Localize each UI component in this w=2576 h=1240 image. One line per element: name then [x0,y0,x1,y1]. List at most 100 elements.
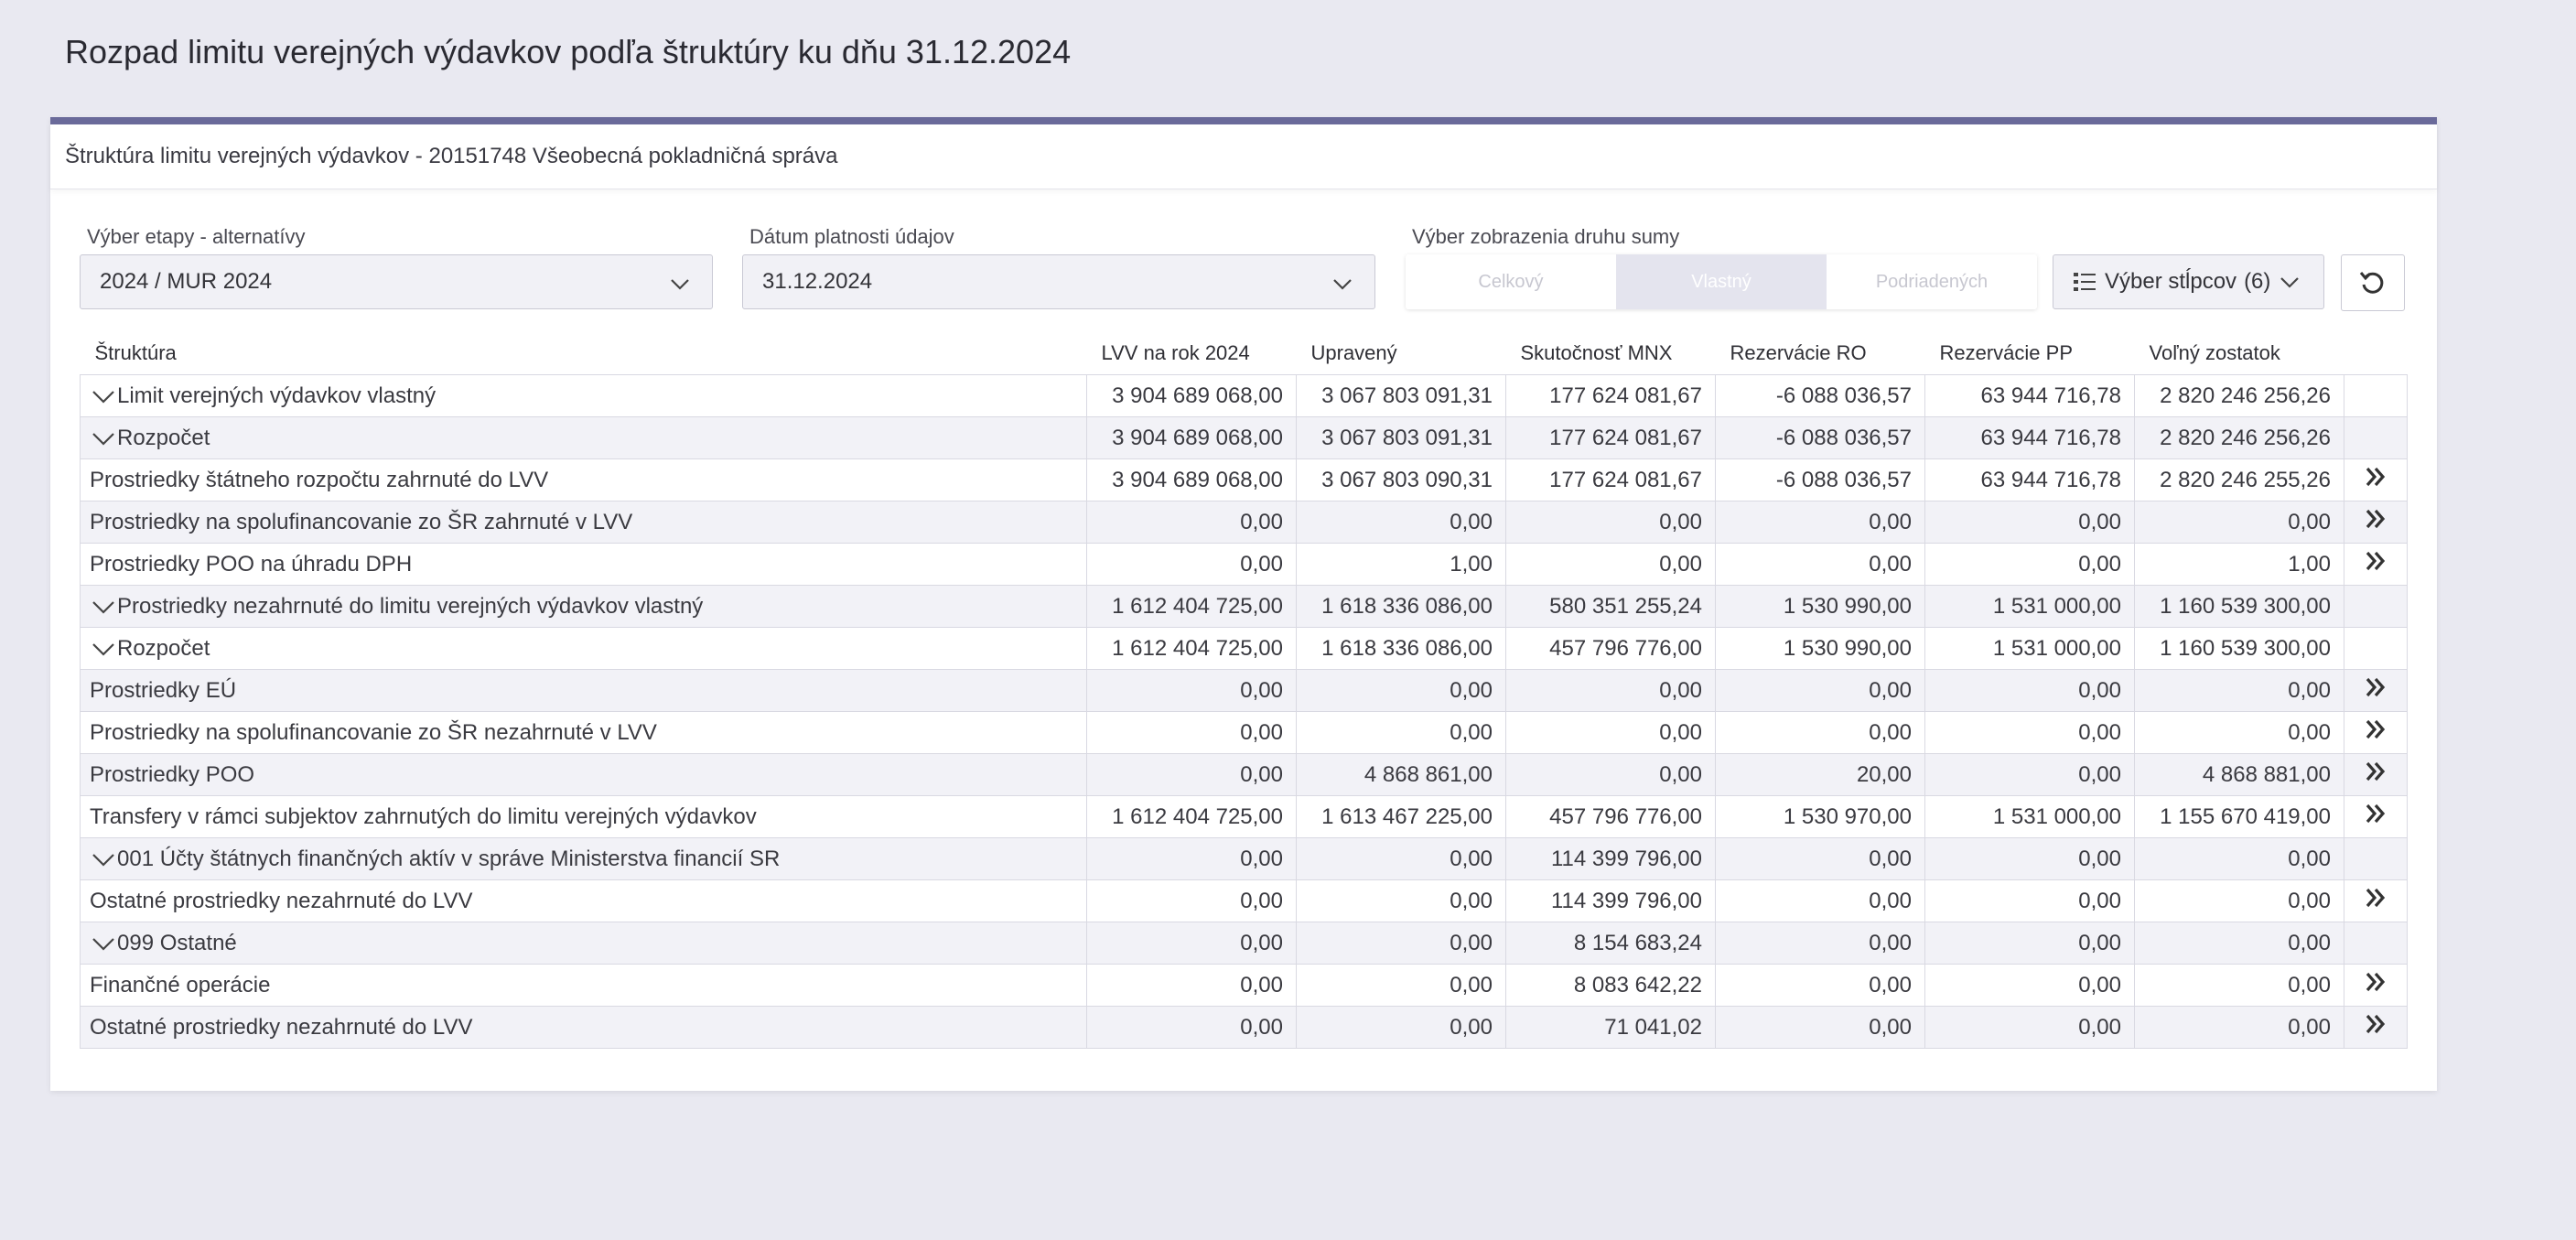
sum-option-total[interactable]: Celkový [1406,254,1616,309]
row-value-cell: 0,00 [1296,922,1506,965]
row-value-cell: 0,00 [2134,837,2344,880]
row-value-cell: 114 399 796,00 [1505,837,1716,880]
row-value-cell: 0,00 [1086,753,1297,796]
double-chevron-right-icon[interactable] [2364,550,2387,578]
row-structure-cell: Ostatné prostriedky nezahrnuté do LVV [80,879,1087,922]
row-value-cell: 0,00 [1715,543,1925,586]
table-row: 099 Ostatné 0,00 0,00 8 154 683,24 0,00 0,00 0… [80,922,2408,965]
row-value-cell: 0,00 [2134,879,2344,922]
table-row: Finančné operácie 0,00 0,00 8 083 642,22 0,0… [80,964,2408,1007]
row-value-cell: 0,00 [1715,1006,1925,1049]
date-select[interactable]: 31.12.2024 [742,254,1375,309]
collapse-chevron-icon[interactable] [90,429,117,447]
row-value-cell: 177 624 081,67 [1505,458,1716,501]
col-header-lvv[interactable]: LVV na rok 2024 [1087,332,1297,375]
row-value-cell: 0,00 [1296,964,1506,1007]
row-structure-cell: Rozpočet [80,416,1087,459]
table-row: Prostriedky EÚ 0,00 0,00 0,00 0,00 0,00 0,00 [80,669,2408,712]
row-value-cell: 71 041,02 [1505,1006,1716,1049]
row-action-cell [2344,669,2408,712]
date-value: 31.12.2024 [762,269,873,294]
row-value-cell: 1 530 990,00 [1715,585,1925,628]
row-value-cell: 0,00 [1505,501,1716,544]
row-label: Ostatné prostriedky nezahrnuté do LVV [90,888,473,913]
table-row: Prostriedky na spolufinancovanie zo ŠR n… [80,711,2408,754]
row-value-cell: 3 067 803 091,31 [1296,374,1506,417]
row-action-cell [2344,543,2408,586]
row-action-cell [2344,879,2408,922]
row-value-cell: 3 904 689 068,00 [1086,416,1297,459]
table-row: Transfery v rámci subjektov zahrnutých d… [80,795,2408,838]
table-row: Prostriedky štátneho rozpočtu zahrnuté d… [80,458,2408,501]
row-label: 001 Účty štátnych finančných aktív v spr… [117,846,781,871]
row-value-cell: 1 155 670 419,00 [2134,795,2344,838]
row-value-cell: 1 160 539 300,00 [2134,585,2344,628]
row-value-cell: 0,00 [1715,669,1925,712]
row-value-cell: 114 399 796,00 [1505,879,1716,922]
col-header-reservations-pp[interactable]: Rezervácie PP [1925,332,2135,375]
double-chevron-right-icon[interactable] [2364,760,2387,789]
sum-option-subordinate[interactable]: Podriadených [1827,254,2037,309]
double-chevron-right-icon[interactable] [2364,803,2387,831]
sum-type-toggle: Celkový Vlastný Podriadených [1406,254,2037,309]
col-header-free-balance[interactable]: Voľný zostatok [2135,332,2344,375]
double-chevron-right-icon[interactable] [2364,971,2387,999]
row-value-cell: 63 944 716,78 [1924,374,2135,417]
table-row: Prostriedky nezahrnuté do limitu verejný… [80,585,2408,628]
double-chevron-right-icon[interactable] [2364,676,2387,705]
row-value-cell: -6 088 036,57 [1715,416,1925,459]
row-value-cell: 580 351 255,24 [1505,585,1716,628]
row-label: Prostriedky štátneho rozpočtu zahrnuté d… [90,467,549,492]
col-header-actual[interactable]: Skutočnosť MNX [1506,332,1716,375]
collapse-chevron-icon[interactable] [90,640,117,658]
double-chevron-right-icon[interactable] [2364,718,2387,747]
row-value-cell: 3 067 803 091,31 [1296,416,1506,459]
stage-select[interactable]: 2024 / MUR 2024 [80,254,713,309]
row-label: Transfery v rámci subjektov zahrnutých d… [90,803,757,829]
chevron-down-icon [1333,279,1352,290]
row-value-cell: 0,00 [1505,753,1716,796]
table-row: Prostriedky POO na úhradu DPH 0,00 1,00 0,0… [80,543,2408,586]
row-action-cell [2344,416,2408,459]
row-value-cell: 1 160 539 300,00 [2134,627,2344,670]
collapse-chevron-icon[interactable] [90,934,117,953]
row-value-cell: 0,00 [1086,1006,1297,1049]
row-value-cell: 1 612 404 725,00 [1086,795,1297,838]
col-header-reservations-ro[interactable]: Rezervácie RO [1716,332,1925,375]
sum-option-own[interactable]: Vlastný [1616,254,1827,309]
row-value-cell: 0,00 [1086,879,1297,922]
collapse-chevron-icon[interactable] [90,387,117,405]
row-value-cell: 1 531 000,00 [1924,627,2135,670]
row-value-cell: 0,00 [2134,501,2344,544]
double-chevron-right-icon[interactable] [2364,466,2387,494]
row-value-cell: 1 531 000,00 [1924,585,2135,628]
row-value-cell: 0,00 [1086,922,1297,965]
row-action-cell [2344,627,2408,670]
refresh-button[interactable] [2341,254,2405,311]
row-structure-cell: Ostatné prostriedky nezahrnuté do LVV [80,1006,1087,1049]
row-value-cell: 0,00 [1296,669,1506,712]
double-chevron-right-icon[interactable] [2364,508,2387,536]
row-value-cell: 0,00 [1086,837,1297,880]
row-value-cell: 2 820 246 255,26 [2134,458,2344,501]
row-value-cell: 2 820 246 256,26 [2134,374,2344,417]
double-chevron-right-icon[interactable] [2364,887,2387,915]
row-structure-cell: 099 Ostatné [80,922,1087,965]
collapse-chevron-icon[interactable] [90,598,117,616]
row-value-cell: 1 618 336 086,00 [1296,585,1506,628]
col-header-actions [2344,332,2408,375]
row-value-cell: 1 612 404 725,00 [1086,627,1297,670]
row-value-cell: 0,00 [2134,964,2344,1007]
stage-label: Výber etapy - alternatívy [87,225,306,248]
col-header-structure[interactable]: Štruktúra [81,332,1087,375]
row-value-cell: 0,00 [2134,922,2344,965]
column-select-button[interactable]: Výber stĺpcov (6) [2053,254,2324,309]
row-value-cell: 20,00 [1715,753,1925,796]
col-header-adjusted[interactable]: Upravený [1297,332,1506,375]
row-value-cell: 8 083 642,22 [1505,964,1716,1007]
collapse-chevron-icon[interactable] [90,850,117,868]
row-structure-cell: Prostriedky EÚ [80,669,1087,712]
double-chevron-right-icon[interactable] [2364,1013,2387,1041]
table-row: Rozpočet 3 904 689 068,00 3 067 803 091,31… [80,416,2408,459]
row-label: Rozpočet [117,635,210,661]
